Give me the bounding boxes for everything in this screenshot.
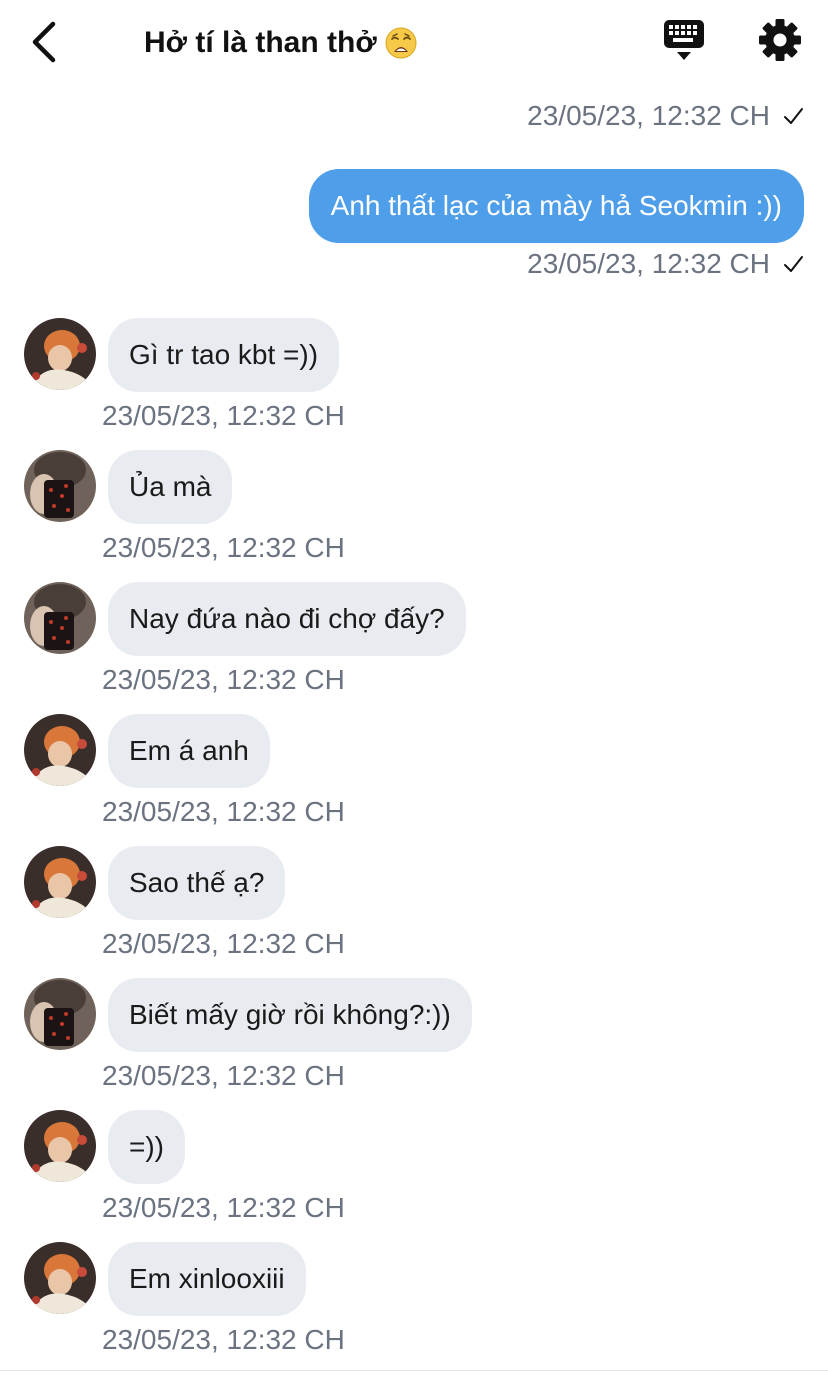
message-timestamp: 23/05/23, 12:32 CH [102,664,345,695]
message-timestamp: 23/05/23, 12:32 CH [102,928,345,959]
message-timestamp: 23/05/23, 12:32 CH [102,532,345,563]
incoming-message-bubble[interactable]: Em á anh [108,714,270,788]
mirror-selfie-avatar[interactable] [24,582,96,654]
incoming-message: Gì tr tao kbt =)) 23/05/23, 12:32 CH [24,318,804,438]
incoming-message-bubble[interactable]: Ủa mà [108,450,233,524]
incoming-message-bubble[interactable]: Em xinlooxiii [108,1242,306,1316]
incoming-message: Nay đứa nào đi chợ đấy? 23/05/23, 12:32 … [24,582,804,702]
incoming-message-bubble[interactable]: Biết mấy giờ rồi không?:)) [108,978,472,1052]
message-timestamp: 23/05/23, 12:32 CH [102,1060,345,1091]
incoming-message-bubble[interactable]: Sao thế ạ? [108,846,286,920]
message-list[interactable]: 23/05/23, 12:32 CH Anh thất lạc của mày … [0,0,828,1377]
outgoing-message-bubble[interactable]: Anh thất lạc của mày hả Seokmin :)) [308,169,804,243]
timestamp-text: 23/05/23, 12:32 CH [527,100,770,131]
message-timestamp: 23/05/23, 12:32 CH [102,1324,345,1355]
composer-divider [0,1370,828,1371]
orange-hair-avatar[interactable] [24,318,96,390]
incoming-message: Biết mấy giờ rồi không?:)) 23/05/23, 12:… [24,978,804,1098]
incoming-message-bubble[interactable]: Nay đứa nào đi chợ đấy? [108,582,466,656]
chat-screen: Hở tí là than thở 23/05/23, 12:32 CH Anh… [0,0,828,1377]
sent-check-icon [784,256,803,272]
mirror-selfie-avatar[interactable] [24,978,96,1050]
timestamp-text: 23/05/23, 12:32 CH [527,248,770,279]
orange-hair-avatar[interactable] [24,846,96,918]
incoming-message: Sao thế ạ? 23/05/23, 12:32 CH [24,846,804,966]
incoming-message: Ủa mà 23/05/23, 12:32 CH [24,450,804,570]
incoming-message: =)) 23/05/23, 12:32 CH [24,1110,804,1230]
message-timestamp: 23/05/23, 12:32 CH [102,1192,345,1223]
outgoing-message-timestamp: 23/05/23, 12:32 CH [527,248,804,280]
orange-hair-avatar[interactable] [24,1110,96,1182]
outgoing-top-timestamp: 23/05/23, 12:32 CH [527,100,804,132]
sent-check-icon [784,108,803,124]
orange-hair-avatar[interactable] [24,1242,96,1314]
orange-hair-avatar[interactable] [24,714,96,786]
incoming-message-bubble[interactable]: =)) [108,1110,185,1184]
incoming-message: Em xinlooxiii 23/05/23, 12:32 CH [24,1242,804,1362]
message-timestamp: 23/05/23, 12:32 CH [102,400,345,431]
mirror-selfie-avatar[interactable] [24,450,96,522]
message-timestamp: 23/05/23, 12:32 CH [102,796,345,827]
incoming-message-bubble[interactable]: Gì tr tao kbt =)) [108,318,340,392]
incoming-message: Em á anh 23/05/23, 12:32 CH [24,714,804,834]
